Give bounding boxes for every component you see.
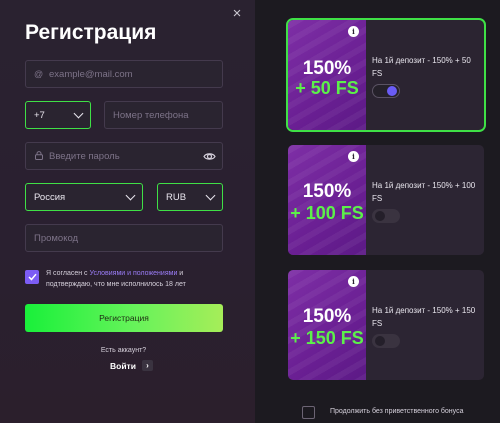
at-icon: @ — [34, 69, 44, 79]
check-icon — [27, 273, 37, 281]
bonus-description: На 1й депозит - 150% + 100 FS — [372, 181, 476, 203]
password-field[interactable]: Введите пароль — [25, 142, 223, 170]
info-icon[interactable]: i — [348, 151, 359, 162]
lock-icon — [34, 150, 43, 162]
currency-value: RUB — [166, 191, 187, 203]
terms-link[interactable]: Условиями и положениями — [90, 270, 178, 277]
toggle-knob — [375, 336, 385, 346]
page-title: Регистрация — [25, 21, 157, 44]
toggle-knob — [375, 211, 385, 221]
info-icon[interactable]: i — [348, 276, 359, 287]
bonus-toggle[interactable] — [372, 84, 400, 98]
no-bonus-checkbox[interactable] — [302, 406, 315, 419]
close-icon[interactable]: × — [233, 5, 242, 22]
currency-select[interactable]: RUB — [157, 183, 223, 211]
phone-field[interactable]: Номер телефона — [104, 101, 223, 129]
arrow-right-icon: › — [141, 360, 153, 371]
no-bonus-label[interactable]: Продолжить без приветственного бонуса — [330, 408, 464, 415]
bonus-description: На 1й депозит - 150% + 50 FS — [372, 56, 471, 78]
login-label: Войти — [110, 360, 136, 371]
bonus-fs: + 100 FS — [290, 203, 364, 223]
email-field[interactable]: @ example@mail.com — [25, 60, 223, 88]
bonus-fs: + 50 FS — [295, 78, 359, 98]
promo-placeholder: Промокод — [34, 232, 79, 244]
agree-prefix: Я согласен с — [46, 270, 90, 277]
bonus-fs: + 150 FS — [290, 328, 364, 348]
bonus-card-3[interactable]: 150% + 150 FS i На 1й депозит - 150% + 1… — [288, 270, 484, 380]
password-placeholder: Введите пароль — [49, 150, 120, 162]
bonus-toggle[interactable] — [372, 334, 400, 348]
chevron-down-icon — [205, 190, 216, 200]
phone-code-select[interactable]: +7 — [25, 101, 91, 129]
bonus-card-1[interactable]: 150% + 50 FS i На 1й депозит - 150% + 50… — [286, 18, 486, 132]
bonus-percent: 150% — [302, 306, 352, 327]
chevron-down-icon — [73, 108, 84, 118]
bonus-toggle[interactable] — [372, 209, 400, 223]
bonus-description: На 1й депозит - 150% + 150 FS — [372, 306, 476, 328]
toggle-knob — [387, 86, 397, 96]
country-value: Россия — [34, 191, 66, 203]
bonus-percent: 150% — [302, 58, 352, 79]
close-button[interactable]: × — [229, 6, 245, 22]
phone-code-value: +7 — [34, 109, 45, 121]
email-placeholder: example@mail.com — [49, 68, 133, 80]
bonus-percent: 150% — [302, 181, 352, 202]
country-select[interactable]: Россия — [25, 183, 143, 211]
eye-icon[interactable] — [203, 150, 216, 163]
have-account-text: Есть аккаунт? — [100, 347, 147, 354]
bonus-card-2[interactable]: 150% + 100 FS i На 1й депозит - 150% + 1… — [288, 145, 484, 255]
chevron-down-icon — [125, 190, 136, 200]
register-button[interactable]: Регистрация — [25, 304, 223, 332]
info-icon[interactable]: i — [348, 26, 359, 37]
phone-placeholder: Номер телефона — [113, 109, 189, 121]
agree-checkbox[interactable] — [25, 270, 39, 284]
agree-text: Я согласен с Условиями и положениями и п… — [46, 268, 226, 290]
promo-field[interactable]: Промокод — [25, 224, 223, 252]
login-link[interactable]: Войти › — [110, 360, 153, 371]
